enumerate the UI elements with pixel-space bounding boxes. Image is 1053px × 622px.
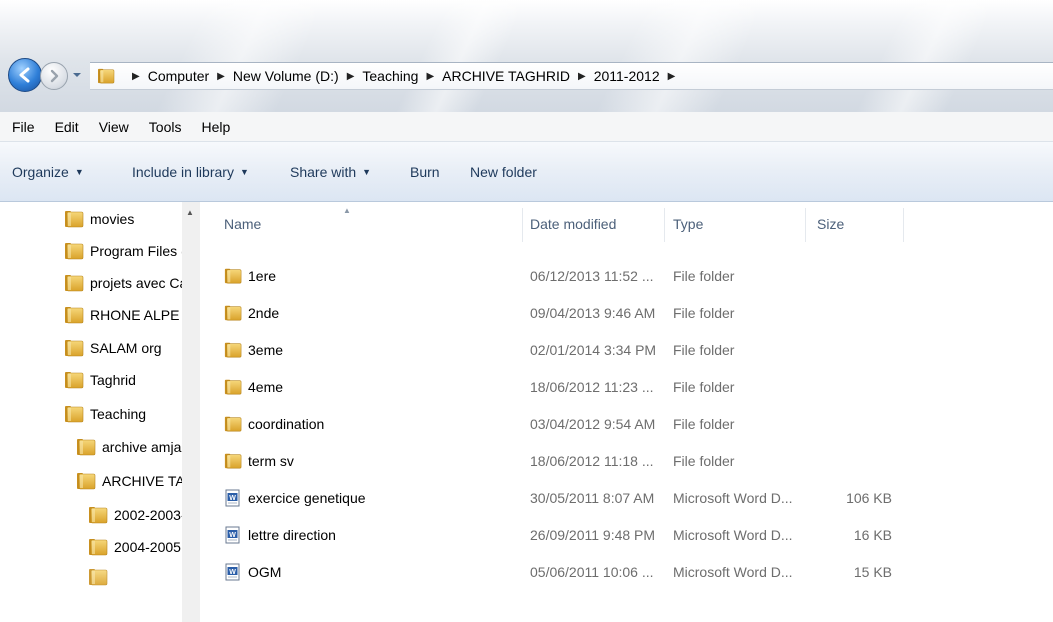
- command-bar: Organize ▼ Include in library ▼ Share with…: [0, 142, 1053, 202]
- navigation-scrollbar[interactable]: ▲: [182, 202, 200, 622]
- column-divider[interactable]: [664, 208, 665, 242]
- menu-tools[interactable]: Tools: [139, 119, 192, 135]
- nav-item-program-files[interactable]: Program Files (: [64, 242, 186, 260]
- menu-view[interactable]: View: [89, 119, 139, 135]
- chevron-down-icon: ▼: [239, 167, 249, 177]
- breadcrumb-archive-taghrid[interactable]: ARCHIVE TAGHRID ▶: [442, 68, 594, 84]
- back-button[interactable]: [8, 58, 42, 92]
- glass-highlight: [142, 0, 338, 112]
- burn-button[interactable]: Burn: [410, 164, 440, 180]
- file-row[interactable]: OGM 05/06/2011 10:06 ... Microsoft Word …: [200, 559, 1053, 585]
- folder-icon: [76, 472, 96, 490]
- recent-pages-dropdown[interactable]: [72, 70, 82, 80]
- column-divider[interactable]: [903, 208, 904, 242]
- folder-icon: [224, 341, 242, 359]
- folder-icon: [76, 438, 96, 456]
- chevron-down-icon: ▼: [74, 167, 84, 177]
- folder-icon: [64, 405, 84, 423]
- folder-icon: [64, 371, 84, 389]
- address-bar[interactable]: ▶ Computer ▶ New Volume (D:) ▶ Teaching ▶ A…: [90, 62, 1053, 90]
- nav-item-teaching[interactable]: Teaching: [64, 405, 146, 423]
- navigation-pane: movies Program Files ( projets avec Ca R…: [0, 202, 200, 622]
- forward-button[interactable]: [40, 62, 68, 90]
- scroll-up-arrow-icon[interactable]: ▲: [186, 208, 194, 217]
- sort-ascending-icon: ▲: [343, 206, 351, 215]
- folder-icon: [88, 568, 108, 586]
- breadcrumb-separator[interactable]: ▶: [124, 71, 148, 82]
- breadcrumb-new-volume[interactable]: New Volume (D:) ▶: [233, 68, 363, 84]
- column-header-name[interactable]: Name: [224, 216, 261, 232]
- folder-icon: [64, 274, 84, 292]
- folder-icon: [64, 242, 84, 260]
- nav-item-partial[interactable]: [88, 568, 114, 586]
- glass-highlight: [382, 0, 538, 112]
- folder-icon: [224, 415, 242, 433]
- nav-item-2002-2003[interactable]: 2002-2003-: [88, 506, 186, 524]
- column-header-size[interactable]: Size: [817, 216, 844, 232]
- folder-icon: [64, 210, 84, 228]
- file-row[interactable]: 1ere 06/12/2013 11:52 ... File folder: [200, 263, 1053, 289]
- nav-item-archive-amja[interactable]: archive amja: [76, 438, 181, 456]
- word-doc-icon: [224, 489, 242, 507]
- chevron-down-icon: [73, 73, 81, 77]
- folder-icon: [88, 538, 108, 556]
- glass-highlight: [582, 0, 778, 112]
- nav-item-archive-taghrid[interactable]: ARCHIVE TA: [76, 472, 185, 490]
- nav-item-projets[interactable]: projets avec Ca: [64, 274, 187, 292]
- word-doc-icon: [224, 563, 242, 581]
- file-row[interactable]: 2nde 09/04/2013 9:46 AM File folder: [200, 300, 1053, 326]
- column-header-date-modified[interactable]: Date modified: [530, 216, 616, 232]
- breadcrumb-computer[interactable]: Computer ▶: [148, 68, 233, 84]
- menu-bar: File Edit View Tools Help: [0, 112, 1053, 142]
- organize-button[interactable]: Organize ▼: [12, 164, 84, 180]
- nav-item-2004-2005[interactable]: 2004-2005: [88, 538, 181, 556]
- folder-icon: [224, 304, 242, 322]
- column-divider[interactable]: [522, 208, 523, 242]
- arrow-right-icon: [50, 69, 59, 83]
- menu-edit[interactable]: Edit: [45, 119, 89, 135]
- file-row[interactable]: coordination 03/04/2012 9:54 AM File fol…: [200, 411, 1053, 437]
- arrow-left-icon: [19, 67, 30, 83]
- window-titlebar: ▶ Computer ▶ New Volume (D:) ▶ Teaching ▶ A…: [0, 0, 1053, 112]
- column-divider[interactable]: [805, 208, 806, 242]
- file-list: ▲ Name Date modified Type Size 1ere 06/1…: [200, 202, 1053, 622]
- share-with-button[interactable]: Share with ▼: [290, 164, 371, 180]
- folder-icon: [224, 378, 242, 396]
- breadcrumb-2011-2012[interactable]: 2011-2012 ▶: [594, 68, 684, 84]
- folder-icon: [96, 68, 116, 84]
- breadcrumb-teaching[interactable]: Teaching ▶: [362, 68, 442, 84]
- folder-icon: [64, 339, 84, 357]
- column-header-type[interactable]: Type: [673, 216, 703, 232]
- word-doc-icon: [224, 526, 242, 544]
- include-in-library-button[interactable]: Include in library ▼: [132, 164, 249, 180]
- file-row[interactable]: 3eme 02/01/2014 3:34 PM File folder: [200, 337, 1053, 363]
- file-row[interactable]: 4eme 18/06/2012 11:23 ... File folder: [200, 374, 1053, 400]
- folder-icon: [88, 506, 108, 524]
- menu-help[interactable]: Help: [191, 119, 240, 135]
- file-row[interactable]: exercice genetique 30/05/2011 8:07 AM Mi…: [200, 485, 1053, 511]
- file-row[interactable]: term sv 18/06/2012 11:18 ... File folder: [200, 448, 1053, 474]
- glass-highlight: [842, 0, 1008, 112]
- menu-file[interactable]: File: [2, 119, 45, 135]
- file-row[interactable]: lettre direction 26/09/2011 9:48 PM Micr…: [200, 522, 1053, 548]
- nav-item-rhone-alpe[interactable]: RHONE ALPE: [64, 306, 179, 324]
- nav-item-taghrid[interactable]: Taghrid: [64, 371, 136, 389]
- nav-item-movies[interactable]: movies: [64, 210, 134, 228]
- chevron-down-icon: ▼: [362, 167, 372, 177]
- nav-item-salam-org[interactable]: SALAM org: [64, 339, 162, 357]
- new-folder-button[interactable]: New folder: [470, 164, 537, 180]
- folder-icon: [224, 452, 242, 470]
- folder-icon: [64, 306, 84, 324]
- folder-icon: [224, 267, 242, 285]
